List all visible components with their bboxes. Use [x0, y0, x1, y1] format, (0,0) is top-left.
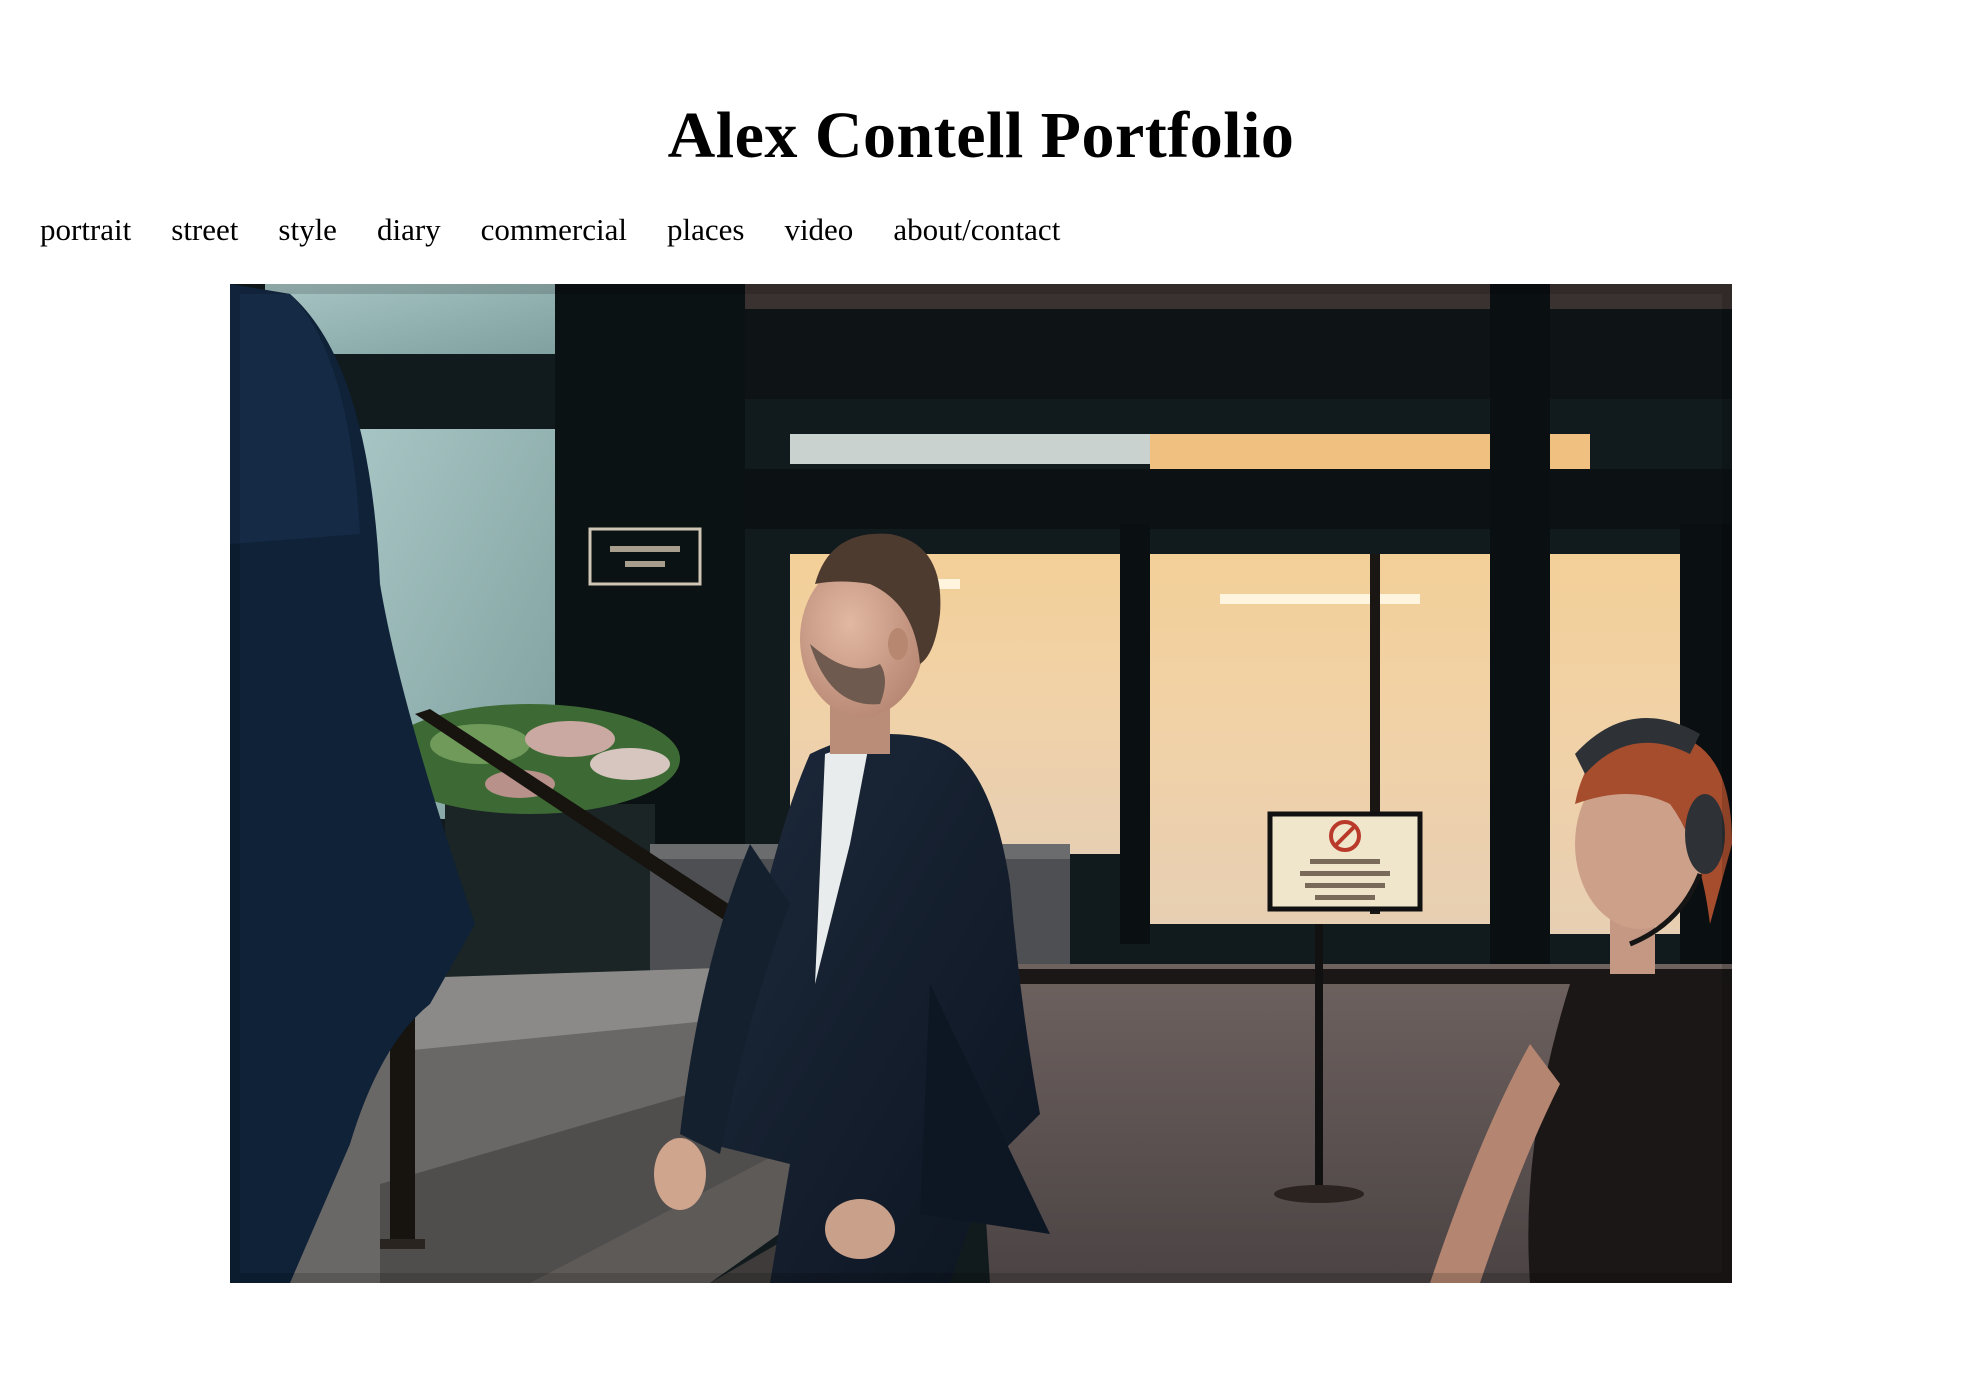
nav-item-street[interactable]: street: [171, 210, 238, 250]
nav-item-places[interactable]: places: [667, 210, 744, 250]
nav-item-style[interactable]: style: [278, 210, 337, 250]
nav-item-diary[interactable]: diary: [377, 210, 441, 250]
nav-item-commercial[interactable]: commercial: [481, 210, 627, 250]
featured-photo[interactable]: [230, 284, 1732, 1283]
site-title[interactable]: Alex Contell Portfolio: [0, 96, 1962, 176]
nav-item-portrait[interactable]: portrait: [40, 210, 131, 250]
photo-illustration: [230, 284, 1732, 1283]
main-nav: portrait street style diary commercial p…: [40, 210, 1100, 250]
nav-item-about-contact[interactable]: about/contact: [893, 210, 1060, 250]
nav-item-video[interactable]: video: [784, 210, 853, 250]
